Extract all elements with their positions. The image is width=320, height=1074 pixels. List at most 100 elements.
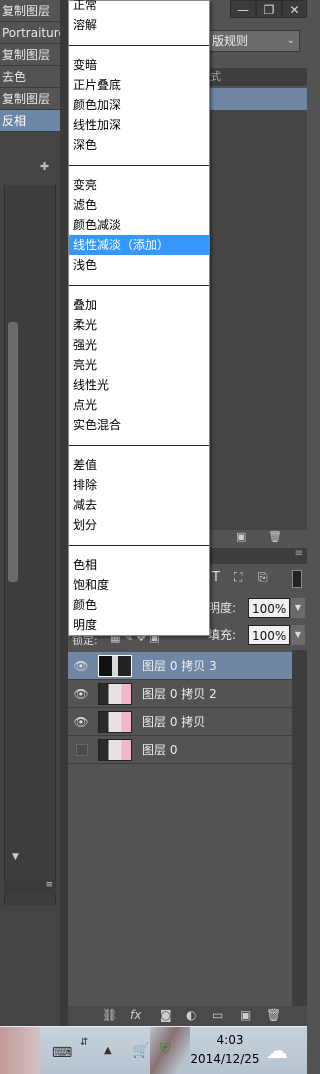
link-icon[interactable]: ⛓ (102, 1008, 117, 1022)
layer-thumbnail (98, 739, 132, 761)
menu-separator (69, 165, 209, 166)
smart-object-filter-icon[interactable]: ⎘ (258, 570, 268, 585)
blend-item-luminosity[interactable]: 明度 (69, 615, 209, 635)
clock-date[interactable]: 2014/12/25 (190, 1052, 260, 1066)
taskbar-wallpaper-edge (0, 1027, 40, 1074)
layer-row[interactable]: 图层 0 (68, 736, 292, 764)
history-item[interactable]: 去色 (0, 66, 60, 88)
blend-item-screen[interactable]: 滤色 (69, 195, 209, 215)
blend-item-exclusion[interactable]: 排除 (69, 475, 209, 495)
blend-item-lighten[interactable]: 变亮 (69, 175, 209, 195)
fill-input[interactable]: 100% (248, 625, 290, 645)
new-snapshot-icon[interactable]: ✚ (40, 160, 49, 173)
layer-row[interactable]: 👁 图层 0 拷贝 3 (68, 652, 292, 680)
blend-item-vivid-light[interactable]: 亮光 (69, 355, 209, 375)
composition-select[interactable]: 版规则 ⌄ (208, 30, 300, 52)
trash-icon[interactable]: 🗑 (266, 1008, 281, 1022)
panel-menu-icon[interactable]: ≡ (4, 880, 56, 894)
blend-item-multiply[interactable]: 正片叠底 (69, 75, 209, 95)
mask-icon[interactable]: ◙ (160, 1008, 172, 1022)
menu-separator (69, 545, 209, 546)
layer-row[interactable]: 👁 图层 0 拷贝 2 (68, 680, 292, 708)
blend-item-lighter-color[interactable]: 浅色 (69, 255, 209, 275)
layer-name: 图层 0 拷贝 (142, 715, 206, 729)
chevron-down-icon: ⌄ (286, 35, 295, 46)
layer-name: 图层 0 拷贝 2 (142, 687, 217, 701)
blend-item-color-burn[interactable]: 颜色加深 (69, 95, 209, 115)
blend-item-divide[interactable]: 划分 (69, 515, 209, 535)
chevron-down-icon[interactable]: ▼ (291, 598, 305, 618)
blend-item-saturation[interactable]: 饱和度 (69, 575, 209, 595)
taskbar: ⌨ ⇵ ▲ 🛒 ⛨ ☁ (0, 1026, 307, 1074)
blend-item-difference[interactable]: 差值 (69, 455, 209, 475)
menu-separator (69, 445, 209, 446)
history-item[interactable]: Portraiture (0, 22, 60, 44)
layer-thumbnail (98, 711, 132, 733)
blend-item-color[interactable]: 颜色 (69, 595, 209, 615)
layers-scroll-track[interactable] (292, 650, 307, 1010)
layer-name: 图层 0 拷贝 3 (142, 659, 217, 673)
layer-filter-row: T ⛶ ⎘ (208, 568, 307, 590)
history-item[interactable]: 复制图层 (0, 0, 60, 22)
menu-separator (69, 285, 209, 286)
selected-style-row[interactable] (208, 88, 307, 110)
visibility-toggle[interactable] (76, 744, 88, 756)
minimize-icon[interactable]: — (230, 0, 256, 18)
weather-icon[interactable]: ☁ (266, 1039, 288, 1064)
blend-item-color-dodge[interactable]: 颜色减淡 (69, 215, 209, 235)
blend-item-pin-light[interactable]: 点光 (69, 395, 209, 415)
adjustment-icon[interactable]: ◐ (186, 1008, 196, 1022)
blend-item-normal[interactable]: 正常 (69, 0, 209, 15)
fill-label: 填充: (208, 628, 237, 642)
cart-icon[interactable]: 🛒 (132, 1043, 149, 1059)
new-layer-icon[interactable]: ▣ (240, 1008, 251, 1022)
opacity-row: 明度: 100% ▼ (208, 598, 307, 620)
opacity-input[interactable]: 100% (248, 598, 290, 618)
eye-icon[interactable]: 👁 (72, 713, 90, 731)
tray-expand-icon[interactable]: ▲ (104, 1045, 112, 1056)
tab-styles[interactable]: 式 (208, 68, 307, 86)
blend-item-hard-light[interactable]: 强光 (69, 335, 209, 355)
blend-item-linear-burn[interactable]: 线性加深 (69, 115, 209, 135)
layer-row[interactable]: 👁 图层 0 拷贝 (68, 708, 292, 736)
layer-name: 图层 0 (142, 743, 178, 757)
input-method-icon[interactable]: ⇵ (80, 1037, 88, 1048)
menu-separator (69, 45, 209, 46)
blend-item-dissolve[interactable]: 溶解 (69, 15, 209, 35)
blend-mode-menu: 正常 溶解 变暗 正片叠底 颜色加深 线性加深 深色 变亮 滤色 颜色减淡 线性… (68, 0, 210, 636)
history-item[interactable]: 复制图层 (0, 88, 60, 110)
panel-menu-icon[interactable]: ≡ (295, 548, 303, 559)
blend-item-subtract[interactable]: 减去 (69, 495, 209, 515)
fill-row: 填充: 100% ▼ (208, 625, 307, 647)
history-item-active[interactable]: 反相 (0, 110, 60, 132)
blend-item-darken[interactable]: 变暗 (69, 55, 209, 75)
text-filter-icon[interactable]: T (212, 570, 220, 585)
blend-item-linear-dodge[interactable]: 线性减淡（添加） (69, 235, 209, 255)
blend-item-hue[interactable]: 色相 (69, 555, 209, 575)
scroll-down-icon[interactable]: ▼ (12, 852, 19, 862)
blend-item-darker-color[interactable]: 深色 (69, 135, 209, 155)
shield-icon[interactable]: ⛨ (160, 1041, 171, 1057)
restore-icon[interactable]: ❐ (256, 0, 282, 18)
eye-icon[interactable]: 👁 (72, 657, 90, 675)
trash-icon[interactable]: 🗑 (268, 530, 282, 543)
shape-filter-icon[interactable]: ⛶ (234, 570, 242, 585)
layers-bottom-toolbar: ⛓ fx ◙ ◐ ▭ ▣ 🗑 (68, 1006, 307, 1026)
blend-item-soft-light[interactable]: 柔光 (69, 315, 209, 335)
history-item[interactable]: 复制图层 (0, 44, 60, 66)
blend-item-hard-mix[interactable]: 实色混合 (69, 415, 209, 435)
composition-select-value: 版规则 (212, 34, 249, 48)
blend-item-overlay[interactable]: 叠加 (69, 295, 209, 315)
new-item-icon[interactable]: ▣ (236, 530, 246, 543)
group-icon[interactable]: ▭ (212, 1008, 223, 1022)
panel-gutter (60, 0, 68, 1026)
blend-item-linear-light[interactable]: 线性光 (69, 375, 209, 395)
keyboard-icon[interactable]: ⌨ (52, 1045, 72, 1061)
eye-icon[interactable]: 👁 (72, 685, 90, 703)
filter-toggle[interactable] (292, 570, 302, 588)
close-icon[interactable]: ✕ (282, 0, 307, 18)
clock-time[interactable]: 4:03 (210, 1033, 250, 1047)
fx-icon[interactable]: fx (130, 1008, 141, 1022)
chevron-down-icon[interactable]: ▼ (291, 625, 305, 645)
history-scroll-thumb[interactable] (8, 322, 18, 582)
